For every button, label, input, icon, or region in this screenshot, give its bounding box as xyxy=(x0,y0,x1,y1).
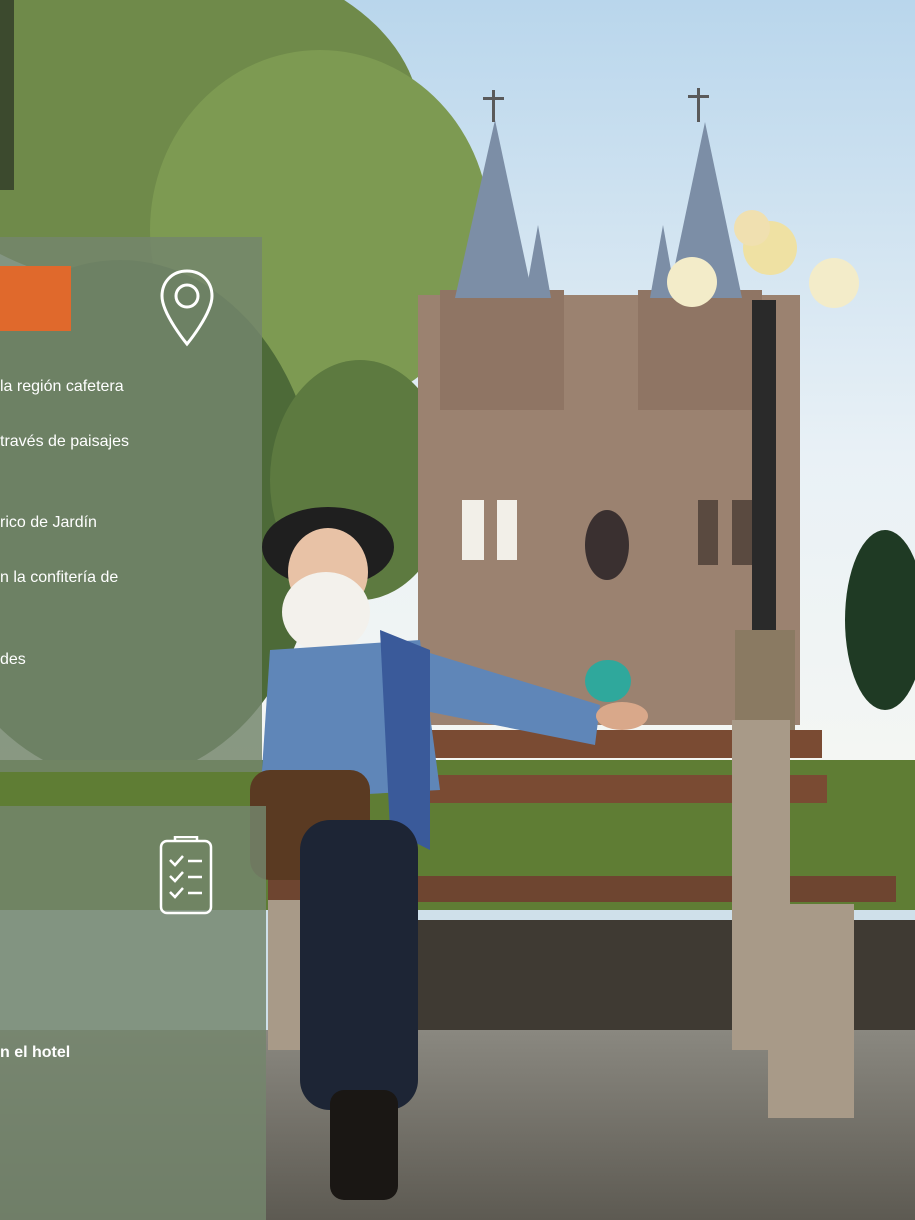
accent-block xyxy=(0,266,71,331)
itinerary-bold-line: n el hotel xyxy=(0,1044,71,1061)
itinerary-line-3: rico de Jardín xyxy=(0,514,97,531)
itinerary-line-4: n la confitería de xyxy=(0,569,119,586)
itinerary-line-2: través de paisajes xyxy=(0,433,129,450)
info-panel-bottom xyxy=(0,806,266,1220)
itinerary-line-5: des xyxy=(0,651,26,668)
itinerary-line-1: la región cafetera xyxy=(0,378,124,395)
checklist-icon xyxy=(159,836,213,915)
location-pin-icon xyxy=(160,269,214,347)
